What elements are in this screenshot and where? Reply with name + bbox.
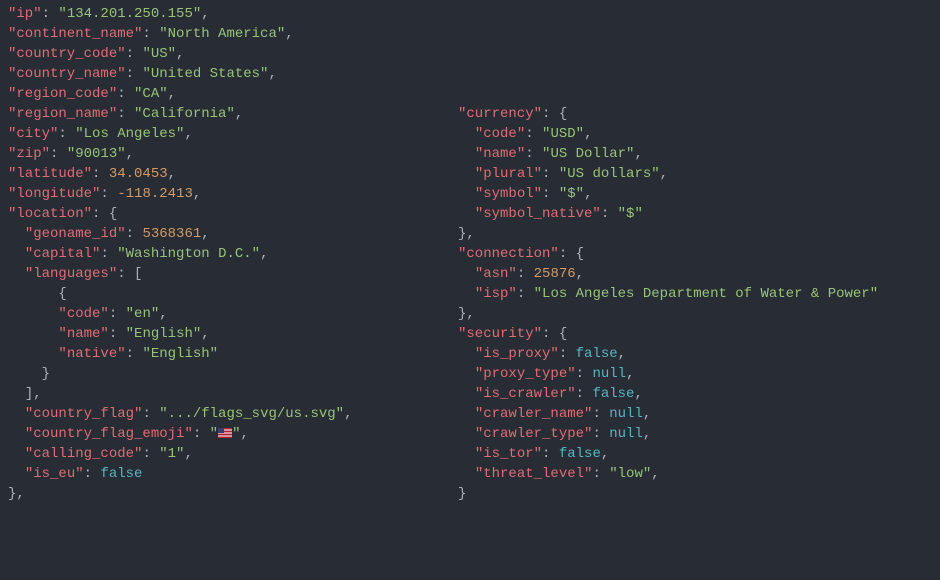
- brace: },: [8, 486, 25, 502]
- json-key: "ip": [8, 6, 42, 22]
- json-string: "$": [618, 206, 643, 222]
- json-key: "latitude": [8, 166, 92, 182]
- json-number: 34.0453: [109, 166, 168, 182]
- json-literal: false: [100, 466, 142, 482]
- json-string: "$": [559, 186, 584, 202]
- json-string: "en": [126, 306, 160, 322]
- json-literal: false: [592, 386, 634, 402]
- json-key: "calling_code": [25, 446, 143, 462]
- json-string: "English": [126, 326, 202, 342]
- json-key: "symbol_native": [475, 206, 601, 222]
- json-key: "region_name": [8, 106, 117, 122]
- json-key: "threat_level": [475, 466, 593, 482]
- json-key: "asn": [475, 266, 517, 282]
- json-key: "proxy_type": [475, 366, 576, 382]
- json-key: "geoname_id": [25, 226, 126, 242]
- json-key: "country_flag": [25, 406, 143, 422]
- json-key: "longitude": [8, 186, 100, 202]
- brace: }: [42, 366, 50, 382]
- json-key: "code": [475, 126, 525, 142]
- brace: },: [458, 306, 475, 322]
- json-string: "USD": [542, 126, 584, 142]
- json-string: "Los Angeles": [75, 126, 184, 142]
- json-key: "country_name": [8, 66, 126, 82]
- json-literal: null: [609, 426, 643, 442]
- json-right-column: "currency": { "code": "USD", "name": "US…: [448, 4, 878, 504]
- json-string: "Los Angeles Department of Water & Power…: [534, 286, 878, 302]
- json-key: "city": [8, 126, 58, 142]
- brace: },: [458, 226, 475, 242]
- json-key: "is_proxy": [475, 346, 559, 362]
- json-key: "name": [475, 146, 525, 162]
- json-key: "region_code": [8, 86, 117, 102]
- json-string: "US Dollar": [542, 146, 634, 162]
- json-key: "crawler_name": [475, 406, 593, 422]
- json-string: "CA": [134, 86, 168, 102]
- json-string: "United States": [142, 66, 268, 82]
- json-key: "continent_name": [8, 26, 142, 42]
- json-string: "Washington D.C.": [117, 246, 260, 262]
- json-string: "US dollars": [559, 166, 660, 182]
- json-key: "capital": [25, 246, 101, 262]
- json-key: "is_crawler": [475, 386, 576, 402]
- json-number: 25876: [534, 266, 576, 282]
- json-string: "134.201.250.155": [58, 6, 201, 22]
- json-key: "plural": [475, 166, 542, 182]
- json-string: ".../flags_svg/us.svg": [159, 406, 344, 422]
- json-string: "California": [134, 106, 235, 122]
- brace: }: [458, 486, 466, 502]
- brace: ],: [25, 386, 42, 402]
- json-key: "native": [58, 346, 125, 362]
- us-flag-icon: [218, 428, 232, 438]
- json-string: "1": [159, 446, 184, 462]
- json-literal: null: [592, 366, 626, 382]
- json-literal: false: [576, 346, 618, 362]
- json-string: "low": [609, 466, 651, 482]
- json-key: "zip": [8, 146, 50, 162]
- json-key: "country_code": [8, 46, 126, 62]
- code-columns: "ip": "134.201.250.155", "continent_name…: [0, 0, 940, 504]
- brace: {: [58, 286, 66, 302]
- json-key: "languages": [25, 266, 117, 282]
- json-key: "security": [458, 326, 542, 342]
- json-string: "90013": [67, 146, 126, 162]
- json-string: "US": [142, 46, 176, 62]
- json-number: -118.2413: [117, 186, 193, 202]
- json-key: "country_flag_emoji": [25, 426, 193, 442]
- json-literal: null: [609, 406, 643, 422]
- json-string: "English": [142, 346, 218, 362]
- json-string: "North America": [159, 26, 285, 42]
- json-literal: false: [559, 446, 601, 462]
- json-key: "isp": [475, 286, 517, 302]
- json-key: "name": [58, 326, 108, 342]
- json-key: "code": [58, 306, 108, 322]
- json-key: "connection": [458, 246, 559, 262]
- json-key: "location": [8, 206, 92, 222]
- json-key: "symbol": [475, 186, 542, 202]
- json-key: "currency": [458, 106, 542, 122]
- json-number: 5368361: [142, 226, 201, 242]
- json-key: "is_eu": [25, 466, 84, 482]
- json-key: "is_tor": [475, 446, 542, 462]
- json-left-column: "ip": "134.201.250.155", "continent_name…: [8, 4, 448, 504]
- json-key: "crawler_type": [475, 426, 593, 442]
